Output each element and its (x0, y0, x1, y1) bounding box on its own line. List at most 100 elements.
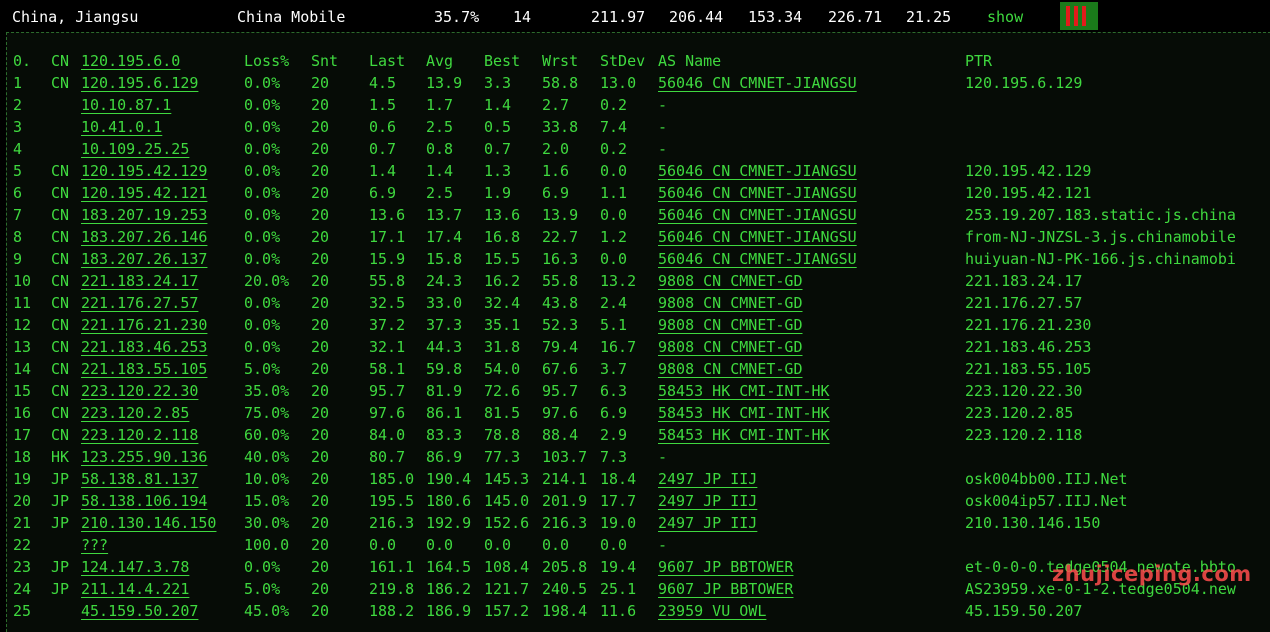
hop-as[interactable]: 58453 HK CMI-INT-HK (658, 380, 830, 402)
hop-stdev: 19.0 (600, 514, 637, 532)
hop-host[interactable]: 223.120.22.30 (81, 380, 198, 402)
hop-as[interactable]: 56046 CN CMNET-JIANGSU (658, 160, 857, 182)
hop-avg: 86.9 (426, 448, 463, 466)
hop-wrst: 79.4 (542, 338, 579, 356)
hop-as[interactable]: - (658, 138, 667, 160)
hop-as[interactable]: 2497 JP IIJ (658, 490, 757, 512)
hop-host[interactable]: 210.130.146.150 (81, 512, 216, 534)
hop-cc: CN (51, 228, 70, 246)
hop-host[interactable]: 183.207.26.146 (81, 226, 207, 248)
hop-host[interactable]: 183.207.26.137 (81, 248, 207, 270)
hop-last: 84.0 (369, 426, 406, 444)
summary-wrst: 226.71 (828, 8, 883, 26)
hop-host[interactable]: 211.14.4.221 (81, 578, 189, 600)
hop-row: 11 CN 221.176.27.57 0.0% 20 32.5 33.0 32.4 43.8 2… (7, 292, 1270, 314)
trace-thumbnail[interactable] (1060, 2, 1098, 30)
hop-host[interactable]: 120.195.6.129 (81, 72, 198, 94)
hop-stdev: 0.0 (600, 250, 628, 268)
hop-as[interactable]: - (658, 446, 667, 468)
hop-as[interactable]: 2497 JP IIJ (658, 468, 757, 490)
hop-as[interactable]: 9808 CN CMNET-GD (658, 358, 803, 380)
hop-host[interactable]: 58.138.81.137 (81, 468, 198, 490)
hop-host[interactable]: 183.207.19.253 (81, 204, 207, 226)
hop-avg: 190.4 (426, 470, 472, 488)
hop-host[interactable]: 223.120.2.85 (81, 402, 189, 424)
hop-last: 219.8 (369, 580, 415, 598)
column-idx: 0. (13, 52, 32, 70)
hop-loss: 0.0% (244, 228, 281, 246)
hop-idx: 5 (13, 162, 23, 180)
hop-best: 0.0 (484, 536, 512, 554)
column-wrst: Wrst (542, 52, 579, 70)
hop-idx: 6 (13, 184, 23, 202)
hop-as[interactable]: - (658, 94, 667, 116)
hop-host[interactable]: ??? (81, 534, 108, 556)
hop-host[interactable]: 10.10.87.1 (81, 94, 171, 116)
hop-snt: 20 (311, 184, 330, 202)
watermark: zhujiceping.com (1052, 562, 1252, 586)
hop-as[interactable]: 56046 CN CMNET-JIANGSU (658, 248, 857, 270)
hop-host[interactable]: 221.183.24.17 (81, 270, 198, 292)
hop-host[interactable]: 223.120.2.118 (81, 424, 198, 446)
hop-ptr: 253.19.207.183.static.js.china (965, 206, 1236, 224)
hop-avg: 0.8 (426, 140, 454, 158)
hop-as[interactable]: 9808 CN CMNET-GD (658, 314, 803, 336)
hop-host[interactable]: 120.195.42.121 (81, 182, 207, 204)
hop-loss: 45.0% (244, 602, 290, 620)
hop-host[interactable]: 221.176.27.57 (81, 292, 198, 314)
hop-stdev: 1.2 (600, 228, 628, 246)
hop-stdev: 6.9 (600, 404, 628, 422)
hop-as[interactable]: - (658, 116, 667, 138)
hop-as[interactable]: 58453 HK CMI-INT-HK (658, 402, 830, 424)
hop-snt: 20 (311, 492, 330, 510)
hop-as[interactable]: 9607 JP BBTOWER (658, 578, 793, 600)
hop-snt: 20 (311, 162, 330, 180)
hop-cc: CN (51, 426, 70, 444)
hop-cc: CN (51, 294, 70, 312)
hop-best: 13.6 (484, 206, 521, 224)
summary-stdev: 21.25 (906, 8, 952, 26)
hop-as[interactable]: 56046 CN CMNET-JIANGSU (658, 226, 857, 248)
summary-location: China, Jiangsu (12, 8, 139, 26)
hop-loss: 60.0% (244, 426, 290, 444)
hop-host[interactable]: 58.138.106.194 (81, 490, 207, 512)
mtr-output-panel: 0. CN 120.195.6.0 Loss% Snt Last Avg Best Wrst St… (6, 32, 1270, 632)
hop-host[interactable]: 10.41.0.1 (81, 116, 162, 138)
hop-as[interactable]: 9808 CN CMNET-GD (658, 336, 803, 358)
hop-host[interactable]: 221.176.21.230 (81, 314, 207, 336)
hop-cc: JP (51, 580, 70, 598)
hop-as[interactable]: 9607 JP BBTOWER (658, 556, 793, 578)
hop-as[interactable]: 2497 JP IIJ (658, 512, 757, 534)
hop-as[interactable]: 56046 CN CMNET-JIANGSU (658, 72, 857, 94)
hop-stdev: 7.3 (600, 448, 628, 466)
hop-as[interactable]: 56046 CN CMNET-JIANGSU (658, 204, 857, 226)
hop-avg: 186.9 (426, 602, 472, 620)
column-stdev: StDev (600, 52, 646, 70)
hop-as[interactable]: - (658, 534, 667, 556)
hop-ptr: 223.120.2.118 (965, 426, 1083, 444)
hop-as[interactable]: 9808 CN CMNET-GD (658, 292, 803, 314)
hop-as[interactable]: 58453 HK CMI-INT-HK (658, 424, 830, 446)
hop-host[interactable]: 123.255.90.136 (81, 446, 207, 468)
hop-snt: 20 (311, 360, 330, 378)
hop-as[interactable]: 23959 VU OWL (658, 600, 766, 622)
hop-as[interactable]: 56046 CN CMNET-JIANGSU (658, 182, 857, 204)
hop-host[interactable]: 221.183.46.253 (81, 336, 207, 358)
hop-loss: 0.0% (244, 140, 281, 158)
hop-row: 4 10.109.25.25 0.0% 20 0.7 0.8 0.7 2.0 0.2 - (7, 138, 1270, 160)
hop-cc: HK (51, 448, 70, 466)
hop-idx: 17 (13, 426, 32, 444)
hop-host[interactable]: 45.159.50.207 (81, 600, 198, 622)
summary-loss: 35.7% (434, 8, 480, 26)
hop-avg: 192.9 (426, 514, 472, 532)
hop-host[interactable]: 10.109.25.25 (81, 138, 189, 160)
hop-avg: 24.3 (426, 272, 463, 290)
hop-snt: 20 (311, 426, 330, 444)
summary-best: 153.34 (748, 8, 803, 26)
hop-host[interactable]: 120.195.42.129 (81, 160, 207, 182)
hop-host[interactable]: 124.147.3.78 (81, 556, 189, 578)
hop-row: 19 JP 58.138.81.137 10.0% 20 185.0 190.4 145.3 2… (7, 468, 1270, 490)
show-link[interactable]: show (987, 0, 1023, 35)
hop-as[interactable]: 9808 CN CMNET-GD (658, 270, 803, 292)
hop-host[interactable]: 221.183.55.105 (81, 358, 207, 380)
